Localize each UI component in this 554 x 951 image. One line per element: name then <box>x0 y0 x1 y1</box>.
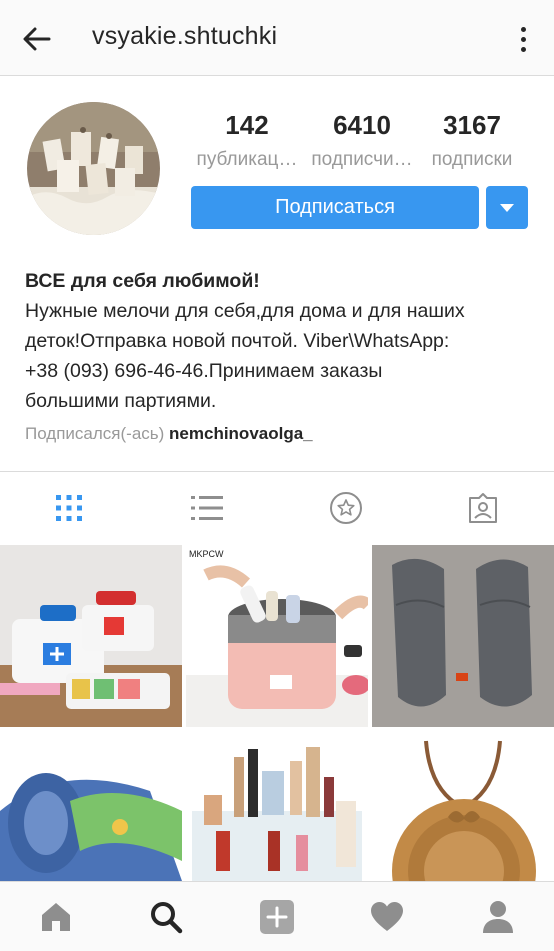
stat-posts-label: публикац… <box>196 149 298 170</box>
add-icon <box>260 900 294 934</box>
stat-following[interactable]: 3167 подписки <box>421 110 523 171</box>
bottom-nav <box>0 881 554 951</box>
avatar[interactable] <box>27 102 160 235</box>
grid-post[interactable] <box>372 545 554 727</box>
photo-grid: MKPCW <box>0 545 554 881</box>
followed-by[interactable]: Подписался(-ась) nemchinovaolga_ <box>25 424 313 444</box>
back-button[interactable] <box>18 20 56 58</box>
stat-posts[interactable]: 142 публикац… <box>191 110 303 171</box>
more-dot-icon <box>520 26 526 32</box>
suggested-dropdown-button[interactable] <box>486 186 528 229</box>
profile-username: vsyakie.shtuchki <box>92 22 278 50</box>
bio-line: деток!Отправка новой почтой. Viber\Whats… <box>25 330 450 352</box>
nav-profile[interactable] <box>478 897 518 937</box>
nav-activity[interactable] <box>367 897 407 937</box>
tab-list[interactable] <box>189 490 225 526</box>
search-icon <box>151 902 183 934</box>
grid-post[interactable] <box>0 731 182 881</box>
profile-tabs <box>0 471 554 545</box>
tab-grid[interactable] <box>51 490 87 526</box>
stat-following-label: подписки <box>431 149 513 170</box>
more-options-button[interactable] <box>508 20 538 58</box>
nav-add[interactable] <box>257 897 297 937</box>
followed-by-prefix: Подписался(-ась) <box>25 424 165 443</box>
profile-icon <box>483 901 513 933</box>
grid-post[interactable] <box>186 731 368 881</box>
top-bar: vsyakie.shtuchki <box>0 0 554 76</box>
list-icon <box>191 496 223 520</box>
stat-following-count: 3167 <box>443 110 501 140</box>
more-dot-icon <box>520 36 526 42</box>
grid-post[interactable]: MKPCW <box>186 545 368 727</box>
tagged-icon <box>469 493 497 523</box>
post-watermark: MKPCW <box>189 549 224 559</box>
profile-full-name: ВСЕ для себя любимой! <box>25 270 260 292</box>
chevron-down-icon <box>500 203 514 212</box>
tab-saved[interactable] <box>328 490 364 526</box>
home-icon <box>42 903 70 931</box>
stat-followers-count: 6410 <box>333 110 391 140</box>
profile-bio: ВСЕ для себя любимой! Нужные мелочи для … <box>25 266 530 416</box>
stat-followers[interactable]: 6410 подписчи… <box>303 110 421 171</box>
bio-line: +38 (093) 696-46-46.Принимаем заказы <box>25 360 383 382</box>
star-icon <box>330 492 362 524</box>
nav-search[interactable] <box>146 897 186 937</box>
more-dot-icon <box>520 46 526 52</box>
follow-button[interactable]: Подписаться <box>191 186 479 229</box>
nav-home[interactable] <box>36 897 76 937</box>
grid-post[interactable] <box>0 545 182 727</box>
bio-line: Нужные мелочи для себя,для дома и для на… <box>25 300 465 322</box>
tab-tagged[interactable] <box>465 490 501 526</box>
back-arrow-icon <box>23 27 51 51</box>
grid-icon <box>56 495 82 521</box>
bio-line: большими партиями. <box>25 390 217 412</box>
stat-followers-label: подписчи… <box>311 149 413 170</box>
heart-icon <box>371 902 403 931</box>
followed-by-user[interactable]: nemchinovaolga_ <box>169 424 313 443</box>
stat-posts-count: 142 <box>225 110 269 140</box>
grid-post[interactable] <box>372 731 554 881</box>
